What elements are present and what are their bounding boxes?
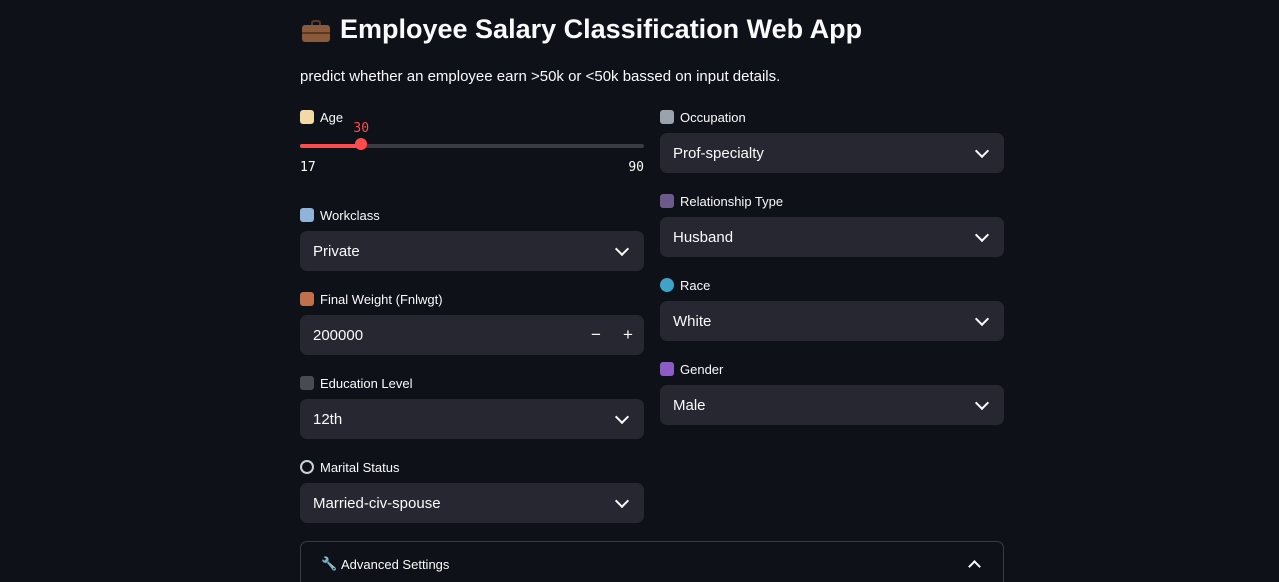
age-slider-fill xyxy=(300,144,362,148)
race-field: Race White xyxy=(660,276,1004,341)
increment-button[interactable]: + xyxy=(612,315,644,355)
advanced-settings-header[interactable]: 🔧 Advanced Settings xyxy=(301,542,1003,582)
workclass-select[interactable]: Private xyxy=(300,231,644,271)
gender-field: Gender Male xyxy=(660,360,1004,425)
wrench-icon: 🔧 xyxy=(321,556,338,571)
fnlwgt-field: Final Weight (Fnlwgt) 200000 − + xyxy=(300,290,644,355)
chevron-down-icon xyxy=(614,493,630,508)
chevron-up-icon xyxy=(968,559,981,573)
gender-symbol-icon xyxy=(660,362,674,376)
briefcase-icon xyxy=(302,19,330,42)
relationship-label: Relationship Type xyxy=(660,192,1004,210)
workclass-field: Workclass Private xyxy=(300,206,644,271)
marital-label: Marital Status xyxy=(300,458,644,476)
relationship-select[interactable]: Husband xyxy=(660,217,1004,257)
chevron-down-icon xyxy=(974,227,990,242)
race-label: Race xyxy=(660,276,1004,294)
decrement-button[interactable]: − xyxy=(580,315,612,355)
fnlwgt-input[interactable]: 200000 xyxy=(300,327,580,344)
race-select[interactable]: White xyxy=(660,301,1004,341)
app-page: Employee Salary Classification Web App p… xyxy=(0,0,1279,582)
workclass-label: Workclass xyxy=(300,206,644,224)
occupation-label: Occupation xyxy=(660,108,1004,126)
office-building-icon xyxy=(300,208,314,222)
age-field: Age 30 17 90 xyxy=(300,108,644,175)
tools-icon xyxy=(660,110,674,124)
page-subtitle: predict whether an employee earn >50k or… xyxy=(300,68,781,85)
chevron-down-icon xyxy=(614,409,630,424)
occupation-field: Occupation Prof-specialty xyxy=(660,108,1004,173)
marital-field: Marital Status Married-civ-spouse xyxy=(300,458,644,523)
marital-select[interactable]: Married-civ-spouse xyxy=(300,483,644,523)
education-label: Education Level xyxy=(300,374,644,392)
chevron-down-icon xyxy=(974,143,990,158)
age-slider[interactable]: 30 17 90 xyxy=(300,108,644,175)
occupation-select[interactable]: Prof-specialty xyxy=(660,133,1004,173)
chevron-down-icon xyxy=(614,241,630,256)
globe-icon xyxy=(660,278,674,292)
age-slider-max: 90 xyxy=(628,160,644,175)
age-slider-min: 17 xyxy=(300,160,316,175)
people-icon xyxy=(660,194,674,208)
chevron-down-icon xyxy=(974,311,990,326)
abacus-icon xyxy=(300,292,314,306)
education-field: Education Level 12th xyxy=(300,374,644,439)
relationship-field: Relationship Type Husband xyxy=(660,192,1004,257)
fnlwgt-number-input: 200000 − + xyxy=(300,315,644,355)
gender-select[interactable]: Male xyxy=(660,385,1004,425)
ring-icon xyxy=(300,460,314,474)
age-slider-track[interactable] xyxy=(300,144,644,148)
education-select[interactable]: 12th xyxy=(300,399,644,439)
graduation-cap-icon xyxy=(300,376,314,390)
page-title: Employee Salary Classification Web App xyxy=(302,14,862,45)
chevron-down-icon xyxy=(974,395,990,410)
page-title-text: Employee Salary Classification Web App xyxy=(340,14,863,44)
age-slider-thumb[interactable] xyxy=(355,138,368,150)
age-slider-value: 30 xyxy=(353,121,370,136)
advanced-settings-label: Advanced Settings xyxy=(341,556,450,572)
gender-label: Gender xyxy=(660,360,1004,378)
advanced-settings-expander: 🔧 Advanced Settings xyxy=(300,541,1004,582)
fnlwgt-label: Final Weight (Fnlwgt) xyxy=(300,290,644,308)
